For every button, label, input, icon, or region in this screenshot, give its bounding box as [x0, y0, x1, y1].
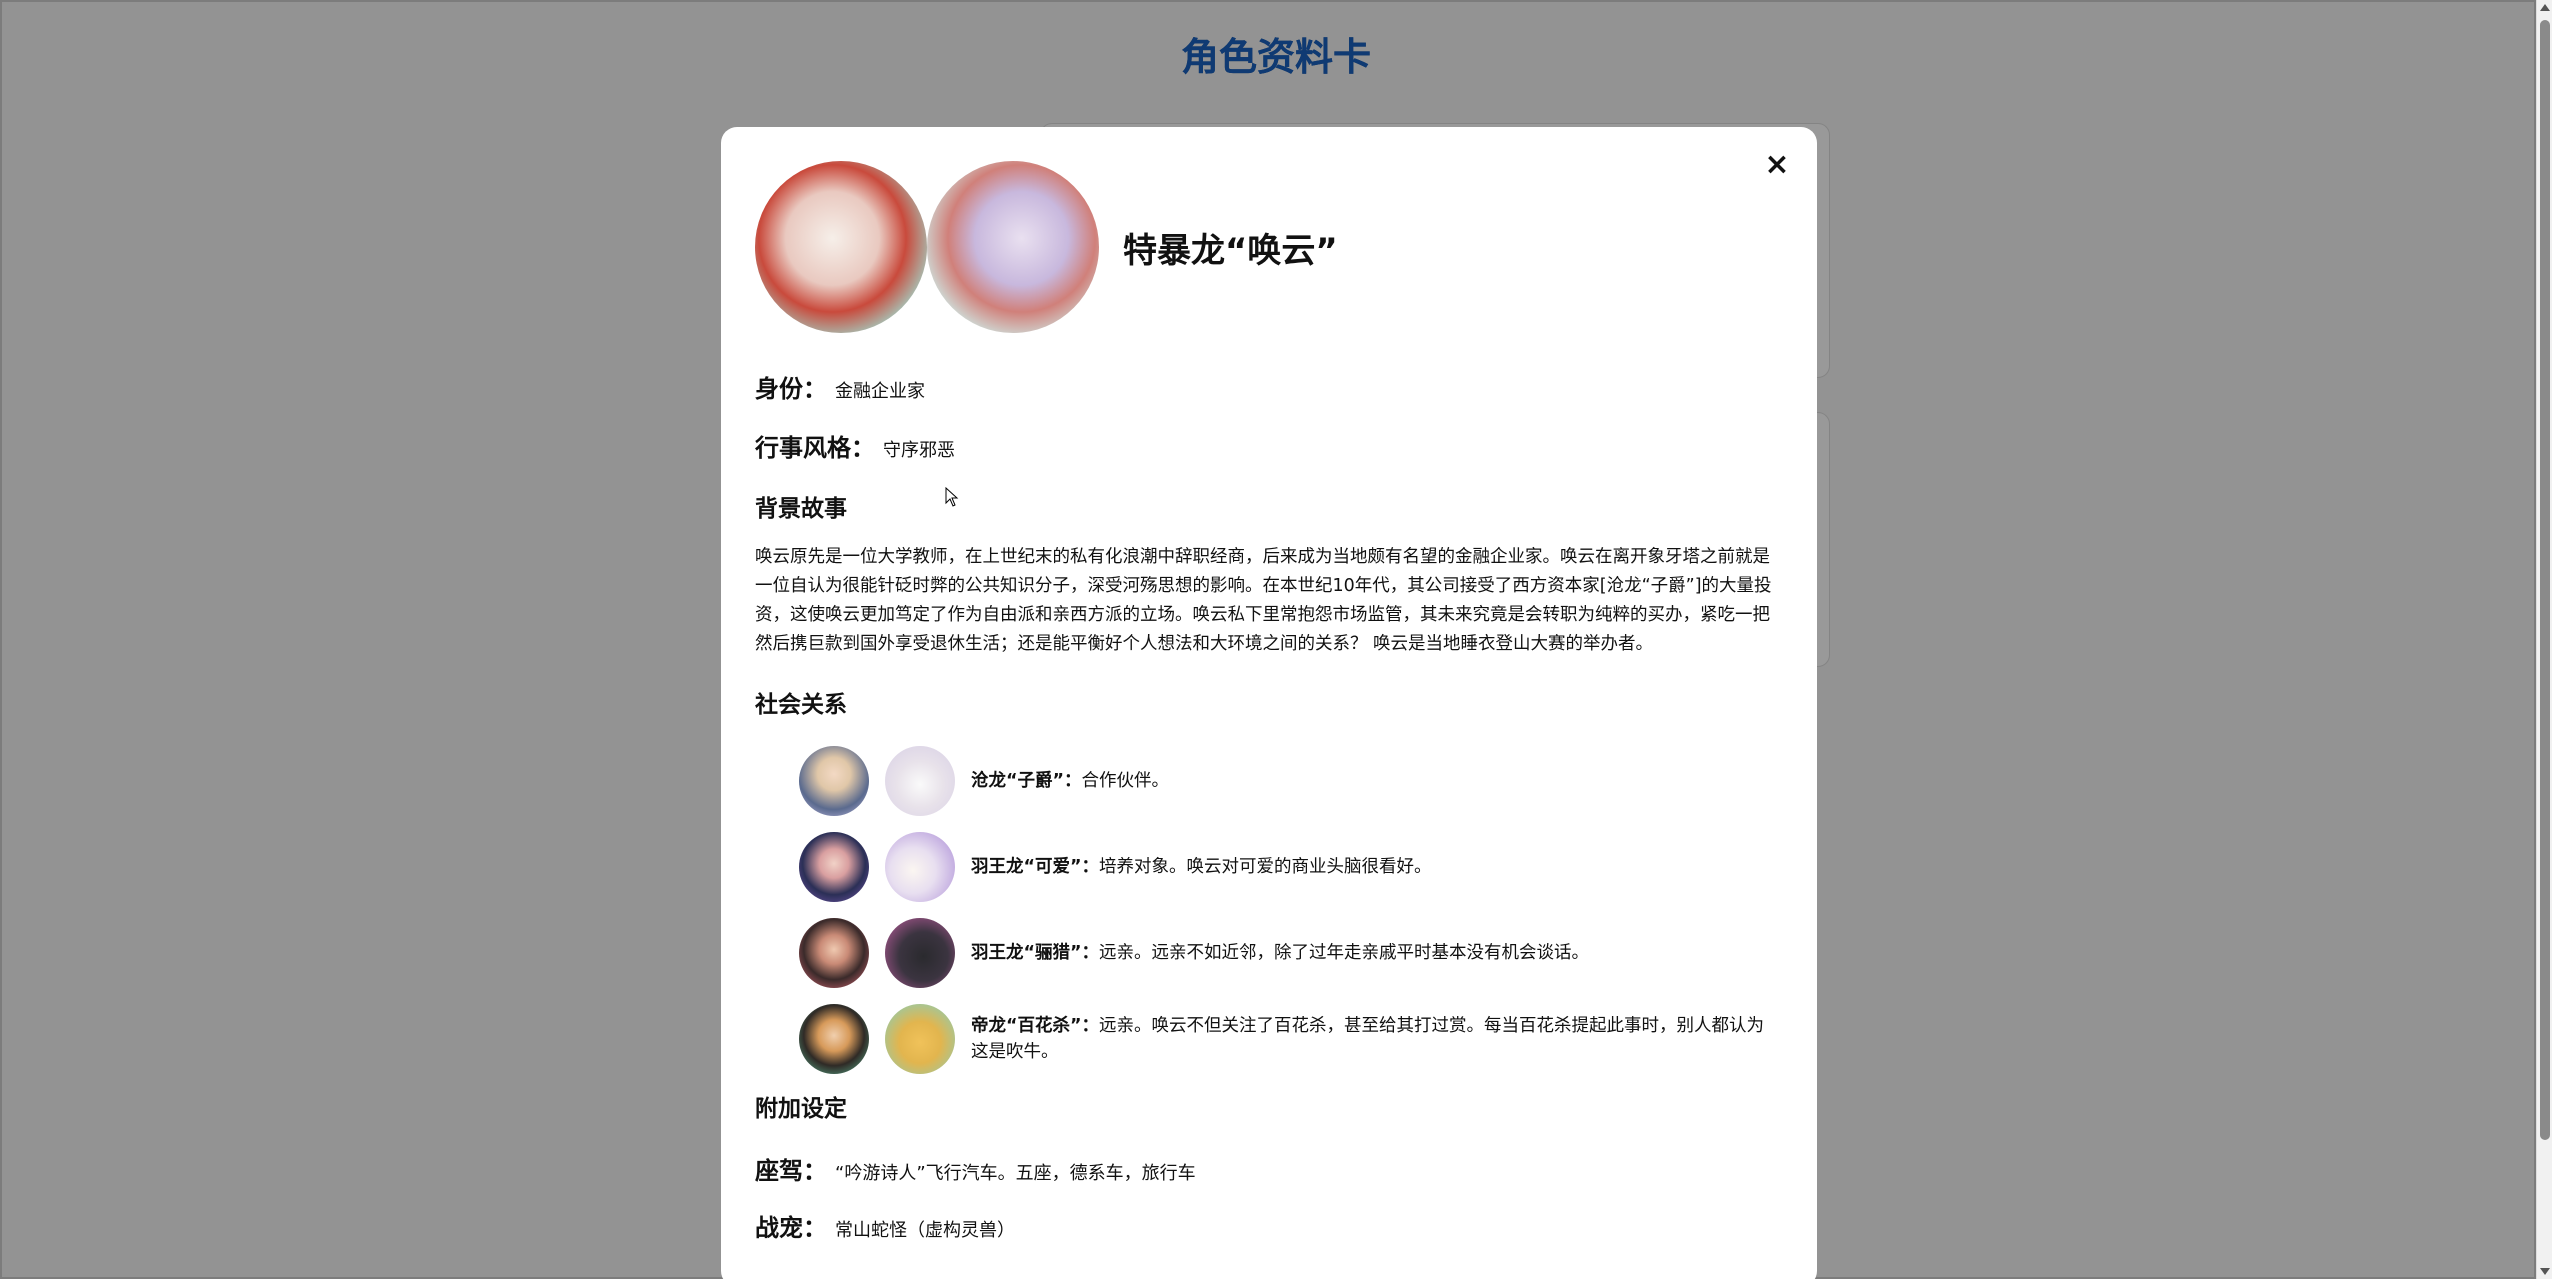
relation-text: 羽王龙“骊猎”：远亲。远亲不如近邻，除了过年走亲戚平时基本没有机会谈话。 — [971, 940, 1781, 966]
character-modal: × 特暴龙“唤云” 身份： 金融企业家 行事风格： 守序邪恶 背景故事 唤云原先… — [721, 127, 1817, 1279]
scroll-thumb[interactable] — [2540, 20, 2550, 1140]
relation-dragon-icon — [885, 832, 955, 902]
character-header: 特暴龙“唤云” — [755, 161, 1783, 333]
relations-title: 社会关系 — [755, 692, 847, 718]
relation-name: 羽王龙“可爱”： — [971, 857, 1100, 877]
pet-value: 常山蛇怪（虚构灵兽） — [835, 1220, 1015, 1241]
relation-portrait-icon — [799, 918, 869, 988]
relation-portrait-icon — [799, 1004, 869, 1074]
relation-desc: 远亲。远亲不如近邻，除了过年走亲戚平时基本没有机会谈话。 — [1099, 943, 1590, 963]
vehicle-label: 座驾： — [755, 1157, 827, 1185]
relation-dragon-icon — [885, 746, 955, 816]
style-row: 行事风格： 守序邪恶 — [755, 428, 1783, 463]
pet-row: 战宠： 常山蛇怪（虚构灵兽） — [755, 1208, 1783, 1243]
style-value: 守序邪恶 — [883, 440, 955, 461]
relation-portrait-icon — [799, 746, 869, 816]
identity-label: 身份： — [755, 375, 827, 403]
relation-text: 羽王龙“可爱”：培养对象。唤云对可爱的商业头脑很看好。 — [971, 854, 1781, 880]
close-button[interactable]: × — [1761, 149, 1793, 181]
relation-desc: 培养对象。唤云对可爱的商业头脑很看好。 — [1099, 857, 1432, 877]
mouse-cursor-icon — [945, 487, 959, 507]
relation-text: 沧龙“子爵”：合作伙伴。 — [971, 768, 1781, 794]
relation-item: 沧龙“子爵”：合作伙伴。 — [799, 745, 1783, 817]
vehicle-value: “吟游诗人”飞行汽车。五座，德系车，旅行车 — [835, 1163, 1196, 1184]
scrollbar[interactable] — [2536, 0, 2552, 1279]
relation-text: 帝龙“百花杀”：远亲。唤云不但关注了百花杀，甚至给其打过赏。每当百花杀提起此事时… — [971, 1013, 1781, 1065]
relation-portrait-icon — [799, 832, 869, 902]
relation-name: 羽王龙“骊猎”： — [971, 943, 1100, 963]
scroll-up-arrow-icon[interactable] — [2540, 4, 2550, 11]
relation-item: 羽王龙“骊猎”：远亲。远亲不如近邻，除了过年走亲戚平时基本没有机会谈话。 — [799, 917, 1783, 989]
relation-item: 羽王龙“可爱”：培养对象。唤云对可爱的商业头脑很看好。 — [799, 831, 1783, 903]
background-story: 唤云原先是一位大学教师，在上世纪末的私有化浪潮中辞职经商，后来成为当地颇有名望的… — [755, 547, 1772, 654]
relations-list: 沧龙“子爵”：合作伙伴。 羽王龙“可爱”：培养对象。唤云对可爱的商业头脑很看好。… — [755, 745, 1783, 1075]
scroll-down-arrow-icon[interactable] — [2540, 1268, 2550, 1275]
relation-name: 沧龙“子爵”： — [971, 771, 1082, 791]
identity-value: 金融企业家 — [835, 381, 925, 402]
background-title: 背景故事 — [755, 496, 847, 522]
relation-dragon-icon — [885, 918, 955, 988]
relation-name: 帝龙“百花杀”： — [971, 1016, 1100, 1036]
relation-item: 帝龙“百花杀”：远亲。唤云不但关注了百花杀，甚至给其打过赏。每当百花杀提起此事时… — [799, 1003, 1783, 1075]
character-name: 特暴龙“唤云” — [1123, 230, 1338, 271]
relation-desc: 合作伙伴。 — [1081, 771, 1170, 791]
style-label: 行事风格： — [755, 434, 875, 462]
character-dragon-icon — [927, 161, 1099, 333]
vehicle-row: 座驾： “吟游诗人”飞行汽车。五座，德系车，旅行车 — [755, 1151, 1783, 1186]
extra-title: 附加设定 — [755, 1096, 847, 1122]
character-portrait-icon — [755, 161, 927, 333]
pet-label: 战宠： — [755, 1214, 827, 1242]
relation-dragon-icon — [885, 1004, 955, 1074]
page-title: 角色资料卡 — [1180, 35, 1371, 79]
identity-row: 身份： 金融企业家 — [755, 369, 1783, 404]
